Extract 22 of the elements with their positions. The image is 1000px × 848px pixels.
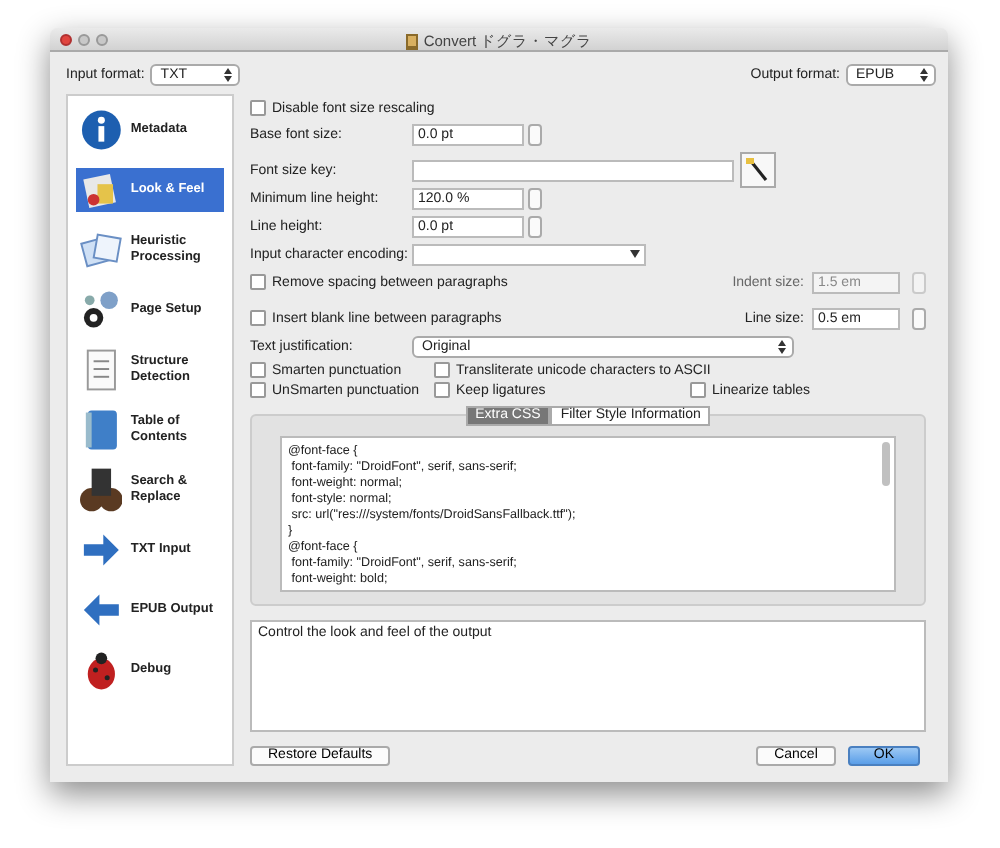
up-down-arrows-icon	[224, 67, 233, 81]
documents-icon	[80, 228, 123, 272]
info-icon	[80, 108, 123, 152]
css-editor[interactable]	[280, 436, 896, 592]
minimize-button[interactable]	[78, 33, 90, 45]
scrollbar-thumb[interactable]	[882, 442, 890, 486]
up-down-arrows-icon	[778, 339, 786, 353]
input-encoding-combo[interactable]	[412, 243, 646, 265]
zoom-button[interactable]	[96, 33, 108, 45]
stepper[interactable]	[528, 123, 542, 145]
stepper[interactable]	[528, 187, 542, 209]
wizard-button[interactable]	[740, 152, 776, 188]
up-down-arrows-icon	[920, 67, 928, 81]
magic-wand-icon	[744, 156, 772, 184]
stepper[interactable]	[912, 307, 926, 329]
font-size-key-field[interactable]	[412, 159, 734, 181]
stepper[interactable]	[912, 271, 926, 293]
notebook-icon	[80, 408, 123, 452]
stepper[interactable]	[528, 215, 542, 237]
close-button[interactable]	[60, 33, 72, 45]
book-icon	[405, 34, 418, 50]
down-arrow-icon	[630, 250, 640, 258]
